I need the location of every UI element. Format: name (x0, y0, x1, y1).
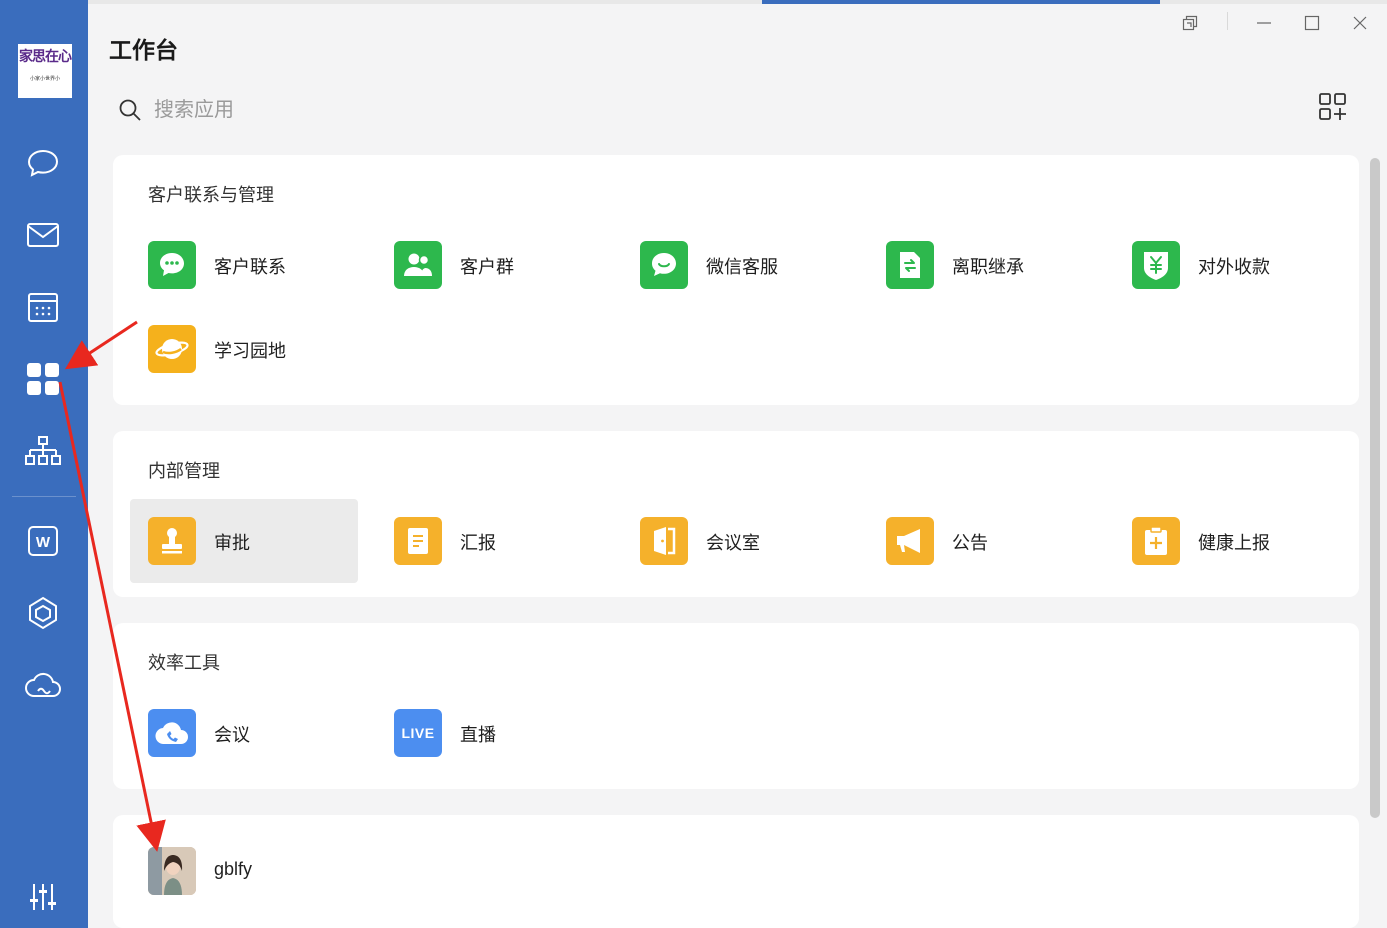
svg-text:W: W (36, 534, 51, 551)
app-label: 会议 (214, 725, 250, 745)
section-internal-management: 内部管理 审批 汇报 会议室 公告 健康上报 (113, 431, 1359, 597)
calendar-icon (28, 293, 58, 322)
app-customer-group[interactable]: 客户群 (376, 223, 604, 307)
page-title: 工作台 (109, 37, 178, 63)
app-label: 汇报 (460, 533, 496, 553)
sidebar-item-documents[interactable]: W (22, 520, 64, 562)
restore-window-button[interactable] (1177, 10, 1203, 36)
app-report[interactable]: 汇报 (376, 499, 604, 583)
title-bar-accent (762, 0, 1160, 4)
org-chart-icon (25, 436, 61, 465)
app-approval[interactable]: 审批 (130, 499, 358, 583)
sidebar-item-workbench[interactable] (22, 358, 64, 400)
chat-bubble-icon (27, 149, 59, 177)
megaphone-icon (886, 517, 934, 565)
user-avatar-icon (148, 847, 196, 895)
section-efficiency-tools: 效率工具 会议 LIVE 直播 (113, 623, 1359, 789)
app-label: 健康上报 (1198, 533, 1270, 553)
section-custom-apps: gblfy (113, 815, 1359, 928)
add-app-button[interactable] (1318, 92, 1348, 122)
section-title: 效率工具 (148, 653, 220, 673)
door-icon (640, 517, 688, 565)
word-doc-icon: W (28, 526, 58, 556)
search-input[interactable] (154, 98, 494, 122)
sliders-icon (30, 884, 56, 910)
maximize-icon (1304, 15, 1320, 31)
health-clipboard-icon (1132, 517, 1180, 565)
sidebar-divider (12, 496, 76, 497)
sidebar-item-messages[interactable] (22, 142, 64, 184)
app-label: 客户群 (460, 257, 514, 277)
stamp-icon (148, 517, 196, 565)
group-icon (394, 241, 442, 289)
app-label: 公告 (952, 533, 988, 553)
section-title: 客户联系与管理 (148, 185, 274, 205)
cloud-phone-icon (148, 709, 196, 757)
logo-subtext: 小家小世界小 (29, 76, 60, 82)
grid-icon (27, 363, 59, 395)
app-customer-contact[interactable]: 客户联系 (130, 223, 358, 307)
scrollbar-thumb[interactable] (1370, 158, 1380, 818)
grid-plus-icon (1319, 93, 1346, 120)
title-bar-line (88, 0, 1387, 4)
app-label: 直播 (460, 725, 496, 745)
smile-chat-icon (640, 241, 688, 289)
live-badge-text: LIVE (401, 725, 435, 741)
app-live[interactable]: LIVE 直播 (376, 691, 604, 775)
section-title: 内部管理 (148, 461, 220, 481)
cloud-icon (25, 672, 61, 697)
report-doc-icon (394, 517, 442, 565)
planet-icon (148, 325, 196, 373)
restore-window-icon (1182, 15, 1198, 31)
app-label: 客户联系 (214, 257, 286, 277)
app-meeting[interactable]: 会议 (130, 691, 358, 775)
minimize-icon (1257, 22, 1271, 24)
live-icon: LIVE (394, 709, 442, 757)
search-bar[interactable] (118, 90, 518, 130)
app-wechat-service[interactable]: 微信客服 (622, 223, 850, 307)
app-announcement[interactable]: 公告 (868, 499, 1096, 583)
cube-icon (29, 596, 57, 630)
sidebar-item-mail[interactable] (22, 214, 64, 256)
app-label: 离职继承 (952, 257, 1024, 277)
app-label: gblfy (214, 859, 253, 879)
sidebar-item-calendar[interactable] (22, 286, 64, 328)
sidebar: 家思在心 小家小世界小 W (0, 0, 88, 928)
app-gblfy[interactable]: gblfy (130, 829, 358, 913)
chat-dots-icon (148, 241, 196, 289)
maximize-button[interactable] (1299, 10, 1325, 36)
search-icon (119, 99, 141, 121)
app-external-payment[interactable]: 对外收款 (1114, 223, 1342, 307)
minimize-button[interactable] (1251, 10, 1277, 36)
app-label: 审批 (214, 533, 250, 553)
sidebar-item-drive[interactable] (22, 664, 64, 706)
app-learning-garden[interactable]: 学习园地 (130, 307, 358, 391)
section-customer-management: 客户联系与管理 客户联系 客户群 微信客服 离职继承 对外收款 学习园地 (113, 155, 1359, 405)
yuan-shield-icon (1132, 241, 1180, 289)
mail-icon (27, 223, 59, 247)
close-icon (1353, 16, 1367, 30)
app-resignation-inherit[interactable]: 离职继承 (868, 223, 1096, 307)
logo-text: 家思在心 (19, 49, 72, 65)
window-controls-separator (1227, 12, 1228, 30)
sidebar-item-workspace[interactable] (22, 592, 64, 634)
app-label: 对外收款 (1198, 257, 1270, 277)
close-button[interactable] (1347, 10, 1373, 36)
sidebar-item-settings[interactable] (22, 876, 64, 918)
app-label: 学习园地 (214, 341, 286, 361)
app-label: 微信客服 (706, 257, 778, 277)
sidebar-item-contacts[interactable] (22, 430, 64, 472)
org-logo[interactable]: 家思在心 小家小世界小 (18, 44, 72, 98)
app-label: 会议室 (706, 533, 760, 553)
app-health-report[interactable]: 健康上报 (1114, 499, 1342, 583)
transfer-doc-icon (886, 241, 934, 289)
app-meeting-room[interactable]: 会议室 (622, 499, 850, 583)
